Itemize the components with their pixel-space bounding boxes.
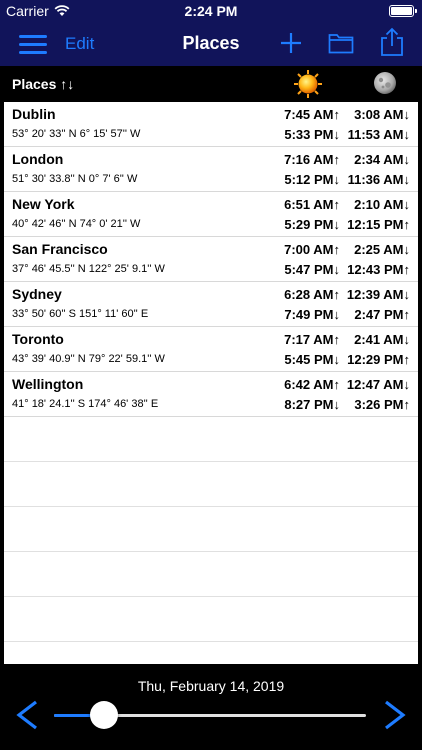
place-name: Wellington [12,376,84,392]
top-bar: Carrier 2:24 PM Edit Places [0,0,422,66]
sunrise-time: 7:00 AM↑ [284,242,340,257]
sunset-time: 5:33 PM↓ [284,127,340,142]
empty-row [4,597,418,642]
date-slider[interactable] [54,701,366,729]
place-row-san-francisco[interactable]: San Francisco 37° 46' 45.5'' N 122° 25' … [4,237,418,282]
edit-button[interactable]: Edit [65,34,94,54]
place-row-toronto[interactable]: Toronto 43° 39' 40.9'' N 79° 22' 59.1'' … [4,327,418,372]
sun-icon [294,70,322,98]
sunset-time: 5:12 PM↓ [284,172,340,187]
place-name: San Francisco [12,241,108,257]
sunset-time: 5:47 PM↓ [284,262,340,277]
empty-row [4,462,418,507]
share-icon[interactable] [380,27,404,57]
moonset-time: 3:26 PM↑ [354,397,410,412]
moonrise-time: 12:47 AM↓ [346,377,410,392]
place-name: Dublin [12,106,56,122]
moonrise-time: 2:10 AM↓ [354,197,410,212]
column-header: Places ↑↓ [0,66,422,102]
moonset-time: 12:29 PM↑ [347,352,410,367]
place-row-dublin[interactable]: Dublin 53° 20' 33'' N 6° 15' 57'' W 7:45… [4,102,418,147]
sunset-time: 8:27 PM↓ [284,397,340,412]
place-name: New York [12,196,75,212]
plus-icon[interactable] [279,31,303,55]
place-row-new-york[interactable]: New York 40° 42' 46'' N 74° 0' 21'' W 6:… [4,192,418,237]
place-row-wellington[interactable]: Wellington 41° 18' 24.1'' S 174° 46' 38'… [4,372,418,417]
menu-icon[interactable] [19,35,47,55]
empty-row [4,507,418,552]
battery-icon [389,5,417,17]
sunset-time: 5:45 PM↓ [284,352,340,367]
sunset-time: 5:29 PM↓ [284,217,340,232]
empty-row [4,417,418,462]
places-sort-toggle[interactable]: Places ↑↓ [12,76,74,92]
sunrise-time: 6:42 AM↑ [284,377,340,392]
selected-date: Thu, February 14, 2019 [137,678,285,694]
place-coordinates: 53° 20' 33'' N 6° 15' 57'' W [12,128,141,140]
status-time: 2:24 PM [184,3,238,19]
place-name: Toronto [12,331,64,347]
sunrise-time: 7:45 AM↑ [284,107,340,122]
sunrise-time: 6:28 AM↑ [284,287,340,302]
place-row-london[interactable]: London 51° 30' 33.8'' N 0° 7' 6'' W 7:16… [4,147,418,192]
page-title: Places [182,33,240,53]
moonset-time: 11:53 AM↓ [347,127,410,142]
moonrise-time: 2:25 AM↓ [354,242,410,257]
place-name: Sydney [12,286,62,302]
place-row-sydney[interactable]: Sydney 33° 50' 60'' S 151° 11' 60'' E 6:… [4,282,418,327]
navigation-bar: Edit Places [0,22,422,66]
moonrise-time: 2:34 AM↓ [354,152,410,167]
moonrise-time: 2:41 AM↓ [354,332,410,347]
moonset-time: 11:36 AM↓ [347,172,410,187]
moonset-time: 12:15 PM↑ [347,217,410,232]
moonrise-time: 12:39 AM↓ [346,287,410,302]
moonset-time: 2:47 PM↑ [354,307,410,322]
sunset-time: 7:49 PM↓ [284,307,340,322]
place-coordinates: 41° 18' 24.1'' S 174° 46' 38'' E [12,398,159,410]
date-control-bar: Thu, February 14, 2019 < > [0,664,422,750]
slider-thumb[interactable] [89,701,118,729]
sunrise-time: 7:17 AM↑ [284,332,340,347]
previous-day-button[interactable]: < [14,698,40,732]
empty-row [4,552,418,597]
place-coordinates: 33° 50' 60'' S 151° 11' 60'' E [12,308,149,320]
place-coordinates: 43° 39' 40.9'' N 79° 22' 59.1'' W [12,353,165,365]
moonrise-time: 3:08 AM↓ [354,107,410,122]
moon-icon [374,72,396,94]
places-list: Dublin 53° 20' 33'' N 6° 15' 57'' W 7:45… [4,102,418,664]
next-day-button[interactable]: > [382,698,408,732]
moonset-time: 12:43 PM↑ [347,262,410,277]
place-name: London [12,151,64,167]
sunrise-time: 6:51 AM↑ [284,197,340,212]
place-coordinates: 37° 46' 45.5'' N 122° 25' 9.1'' W [12,263,165,275]
place-coordinates: 51° 30' 33.8'' N 0° 7' 6'' W [12,173,138,185]
sunrise-time: 7:16 AM↑ [284,152,340,167]
folder-icon[interactable] [328,32,354,54]
place-coordinates: 40° 42' 46'' N 74° 0' 21'' W [12,218,141,230]
status-bar: Carrier 2:24 PM [0,0,422,22]
